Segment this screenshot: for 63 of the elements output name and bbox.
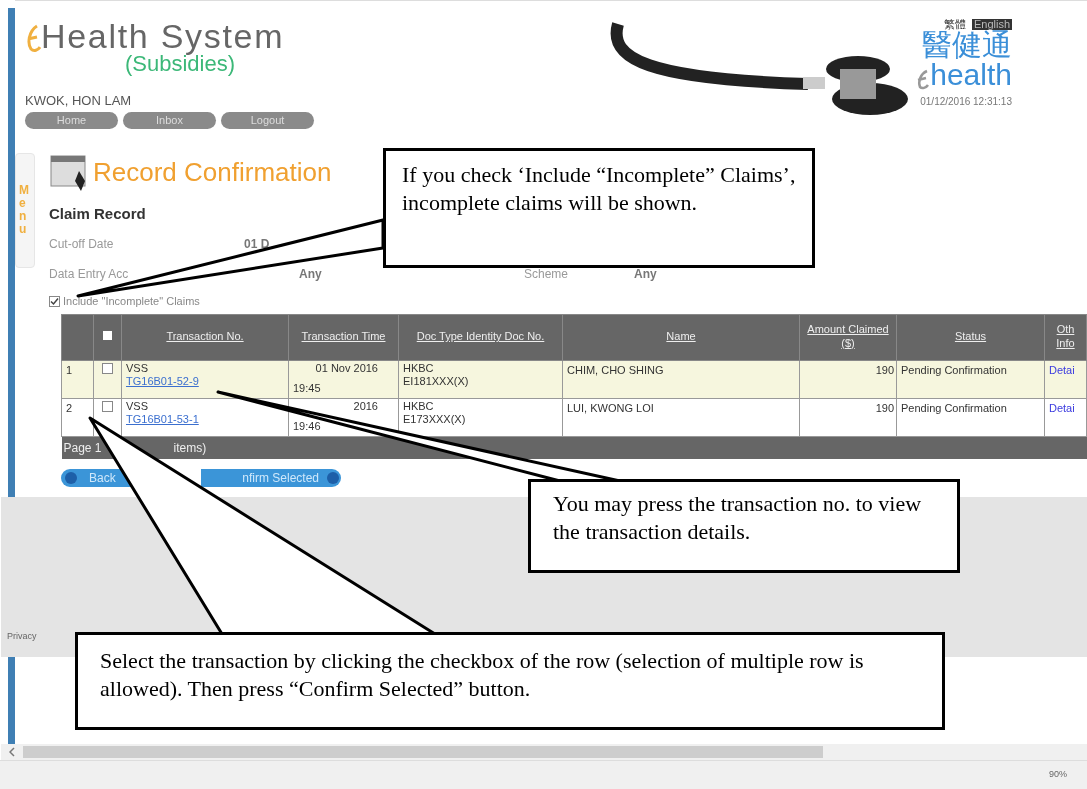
checkbox-label: Include "Incomplete" Claims bbox=[63, 294, 200, 309]
logo-e-icon bbox=[916, 68, 931, 90]
column-header bbox=[61, 314, 94, 360]
field-value: Any bbox=[634, 266, 657, 283]
field-value: Any bbox=[299, 267, 322, 281]
column-header[interactable]: Name bbox=[562, 314, 800, 360]
section-title: Claim Record bbox=[49, 203, 146, 224]
column-header[interactable]: Status bbox=[896, 314, 1045, 360]
doc-type-text: HKBC bbox=[403, 399, 435, 414]
time-text: 19:46 bbox=[293, 419, 322, 432]
page-info: Page 1 bbox=[63, 439, 103, 457]
time-text: 2016 bbox=[352, 399, 379, 412]
checkbox[interactable] bbox=[102, 362, 113, 374]
column-header[interactable] bbox=[93, 314, 122, 360]
action-button[interactable]: Back bbox=[61, 469, 131, 487]
nav-button[interactable]: Logout bbox=[221, 111, 314, 129]
app-title: Health System bbox=[41, 19, 285, 53]
table-cell: CHIM, CHO SHING bbox=[562, 360, 800, 398]
checkbox[interactable] bbox=[102, 400, 113, 412]
doc-no-text: E173XXX(X) bbox=[403, 413, 467, 427]
table-cell: LUI, KWONG LOI bbox=[562, 398, 800, 436]
table-cell: Pending Confirmation bbox=[896, 398, 1045, 436]
brand-name: health bbox=[930, 60, 1012, 90]
transaction-link[interactable]: TG16B01-52-9 bbox=[126, 375, 199, 388]
scheme-text: VSS bbox=[126, 361, 149, 376]
callout-box: If you check ‘Include “Incomplete” Claims’, incomplete claims will be shown. bbox=[383, 148, 815, 268]
time-text: 01 Nov 2016 bbox=[314, 361, 379, 374]
page-title: Record Confirmation bbox=[93, 156, 332, 189]
checkbox[interactable] bbox=[49, 295, 60, 307]
time-text: 19:45 bbox=[293, 381, 322, 394]
table-cell: 190 bbox=[799, 360, 897, 398]
table-cell: 190 bbox=[799, 398, 897, 436]
language-link[interactable]: English bbox=[971, 19, 1012, 30]
callout-box: You may press the transaction no. to view the transaction details. bbox=[528, 479, 960, 573]
privacy-link[interactable]: Privacy bbox=[7, 629, 37, 643]
field-label: Data Entry Acc bbox=[49, 266, 130, 283]
menu-label: Menu bbox=[19, 183, 30, 237]
field-label: Cut-off Date bbox=[49, 236, 115, 253]
action-button[interactable]: nfirm Selected bbox=[201, 469, 341, 487]
user-name: KWOK, HON LAM bbox=[25, 92, 133, 110]
transaction-link[interactable]: TG16B01-53-1 bbox=[126, 413, 199, 426]
field-value: 01 D bbox=[244, 237, 270, 251]
date-time: 01/12/2016 12:31:13 bbox=[920, 95, 1012, 109]
field-label: Scheme bbox=[524, 266, 570, 283]
language-link[interactable]: 繁體 bbox=[941, 19, 968, 30]
table-cell: 1 bbox=[61, 360, 94, 398]
scheme-text: VSS bbox=[126, 399, 149, 414]
table-cell: Pending Confirmation bbox=[896, 360, 1045, 398]
logo-e-icon bbox=[25, 23, 41, 53]
brand-chinese: 醫健通 bbox=[922, 30, 1012, 60]
column-header[interactable]: Transaction No. bbox=[121, 314, 289, 360]
column-header[interactable]: Oth Info bbox=[1044, 314, 1087, 360]
nav-button[interactable]: Home bbox=[25, 111, 118, 129]
column-header[interactable]: Doc Type Identity Doc No. bbox=[398, 314, 563, 360]
callout-box: Select the transaction by clicking the checkbox of the row (selection of multiple row is allowed). Then press “Confirm Selected” button. bbox=[75, 632, 945, 730]
column-header[interactable]: Transaction Time bbox=[288, 314, 399, 360]
horizontal-scrollbar[interactable] bbox=[1, 744, 1087, 760]
scroll-left-icon[interactable] bbox=[9, 747, 15, 757]
zoom-level: 90% bbox=[1049, 768, 1067, 782]
page-info: items) bbox=[173, 439, 207, 457]
column-header[interactable]: Amount Claimed ($) bbox=[799, 314, 897, 360]
doc-no-text: EI181XXX(X) bbox=[403, 375, 470, 389]
doc-type-text: HKBC bbox=[403, 361, 435, 376]
